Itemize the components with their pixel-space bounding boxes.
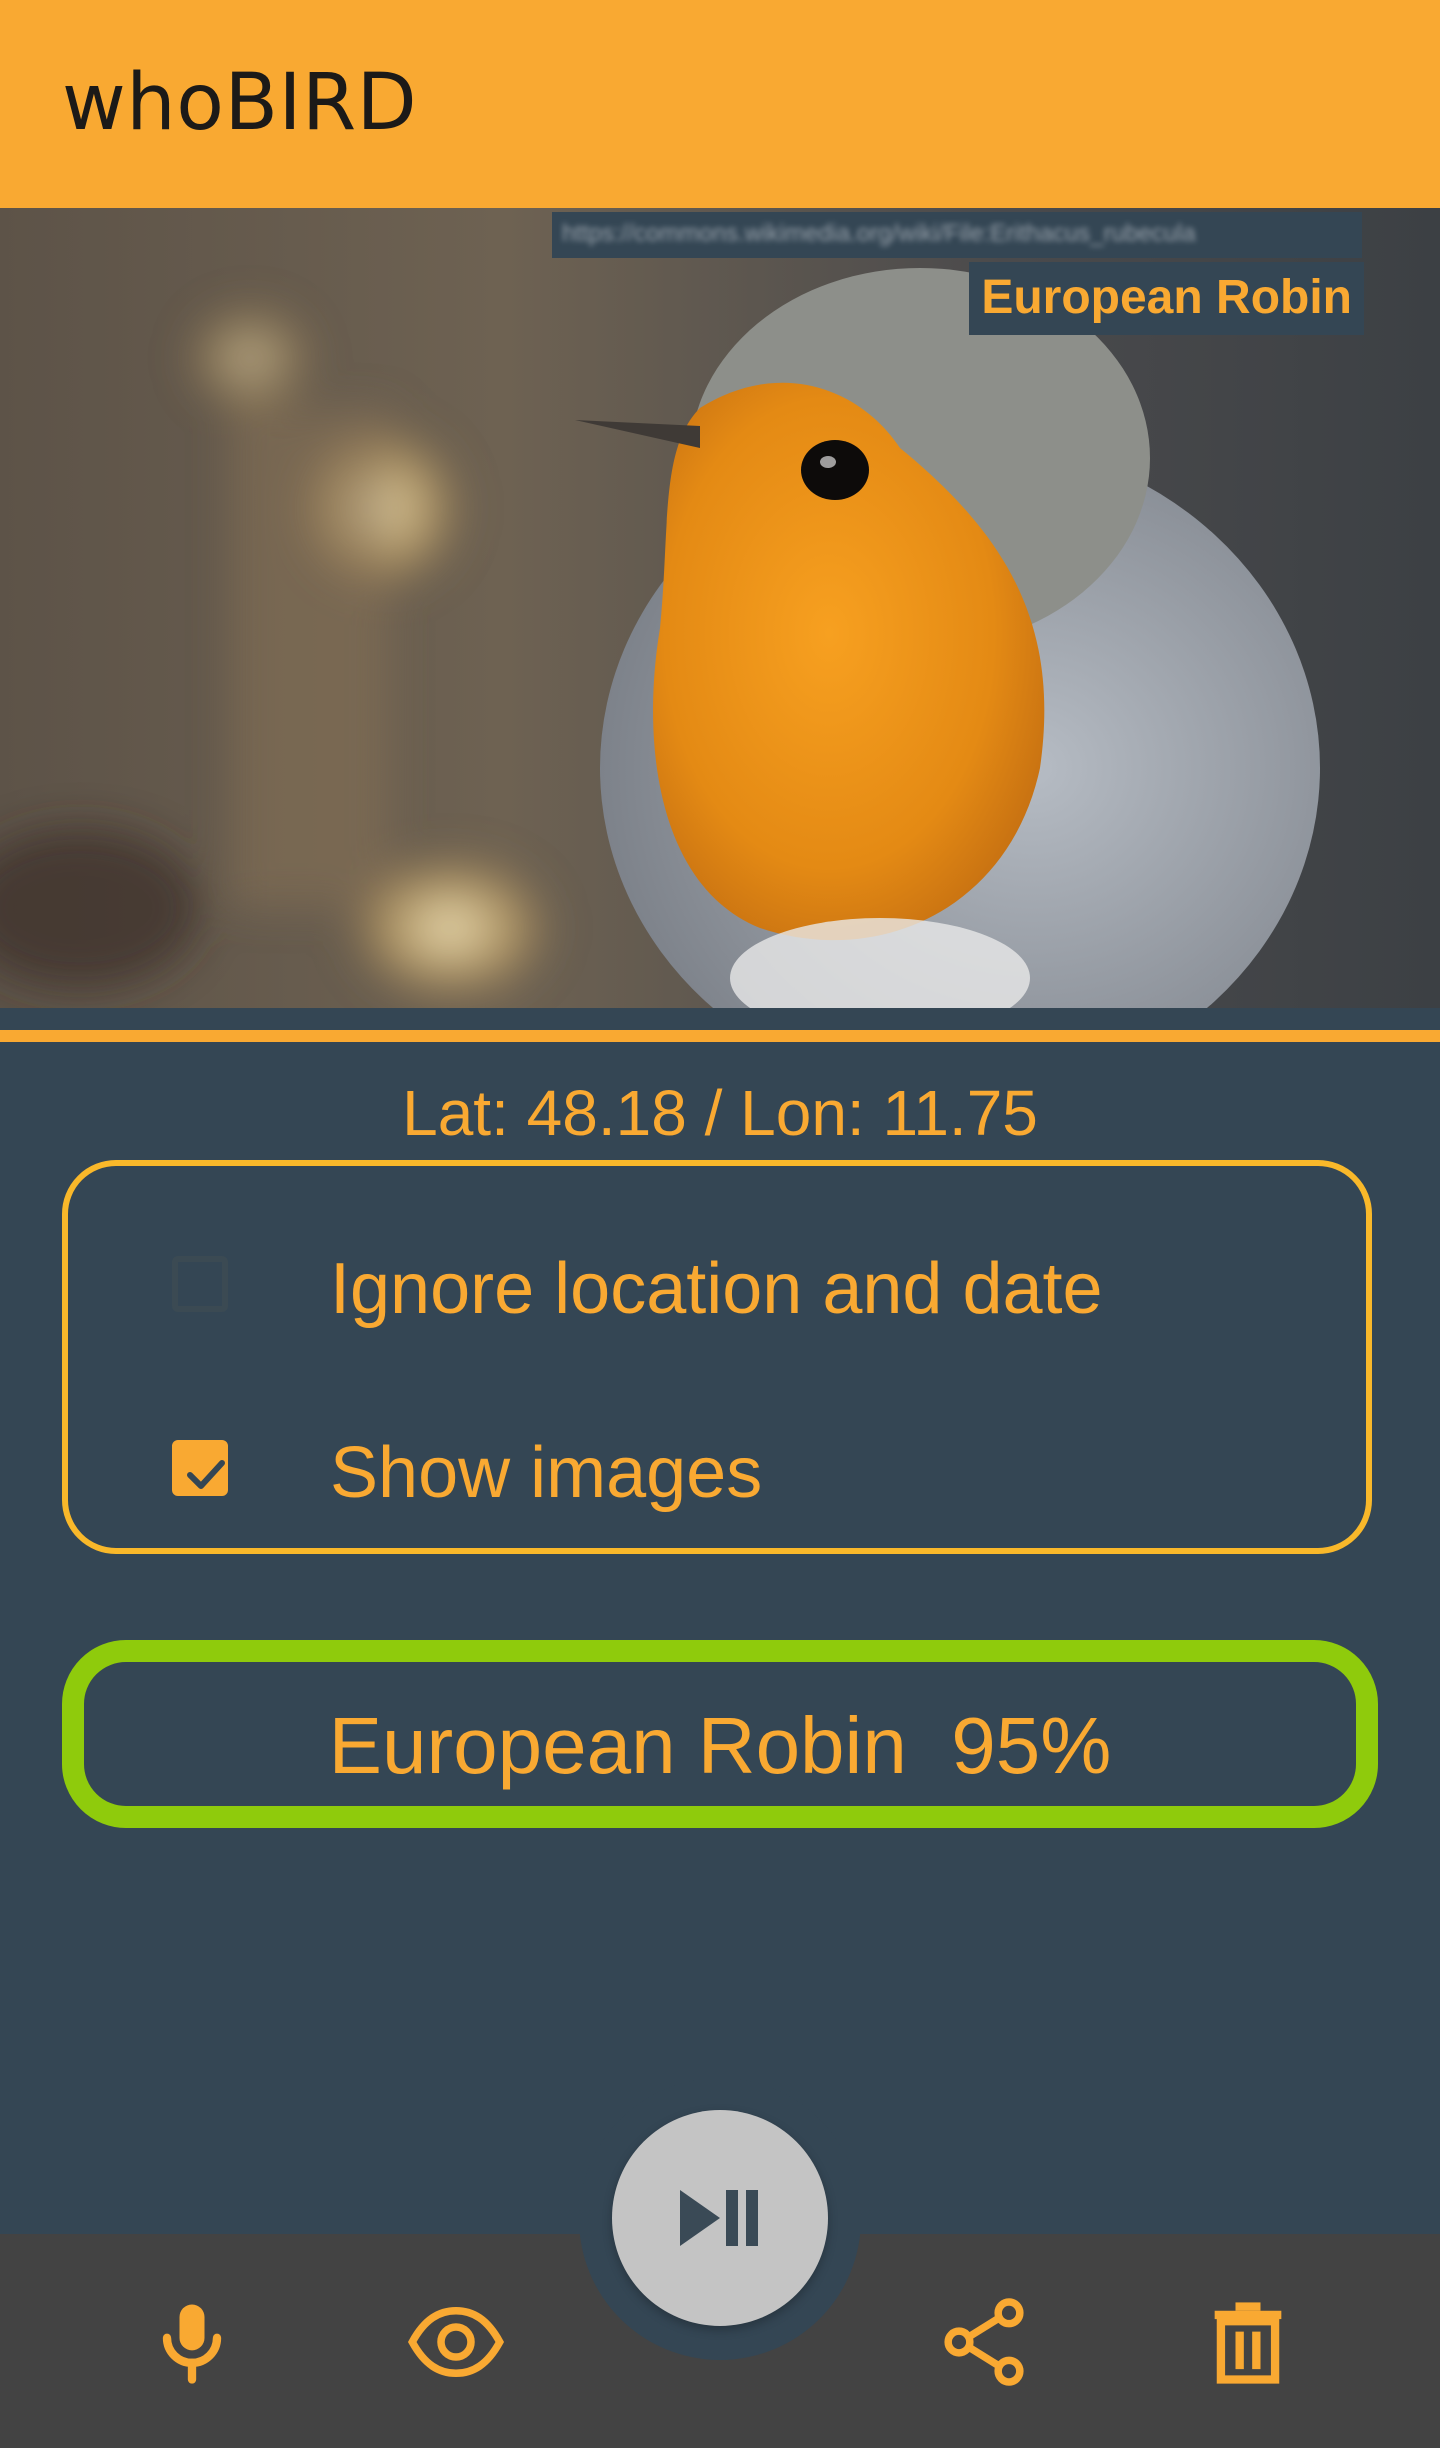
ignore-location-option[interactable]: Ignore location and date	[68, 1232, 1366, 1342]
delete-button[interactable]	[1198, 2292, 1298, 2392]
play-pause-button[interactable]	[612, 2110, 828, 2326]
image-species-caption: European Robin	[969, 262, 1364, 335]
app-bar: whoBIRD	[0, 0, 1440, 208]
share-button[interactable]	[934, 2292, 1034, 2392]
app-screen: whoBIRD https://commons.wikimedia.org/wi…	[0, 0, 1440, 2448]
detection-result-text: European Robin 95%	[328, 1701, 1112, 1790]
show-images-checkbox[interactable]	[172, 1440, 228, 1496]
show-images-button[interactable]	[406, 2292, 506, 2392]
eye-icon	[407, 2306, 505, 2378]
show-images-option[interactable]: Show images	[68, 1416, 1366, 1526]
image-source-url-text: https://commons.wikimedia.org/wiki/File:…	[562, 220, 1196, 247]
playback-progress-bar	[0, 1030, 1440, 1042]
location-coordinates: Lat: 48.18 / Lon: 11.75	[402, 1077, 1038, 1149]
image-source-url[interactable]: https://commons.wikimedia.org/wiki/File:…	[552, 212, 1362, 258]
share-icon	[944, 2298, 1024, 2386]
microphone-button[interactable]	[142, 2292, 242, 2392]
show-images-label: Show images	[330, 1433, 763, 1513]
options-panel: Ignore location and date Show images	[62, 1160, 1372, 1554]
playback-progress-fill	[0, 1030, 1440, 1042]
app-title: whoBIRD	[62, 58, 418, 148]
microphone-icon	[162, 2304, 222, 2384]
detection-result[interactable]: European Robin 95%	[62, 1640, 1378, 1828]
checkmark-icon	[187, 1460, 225, 1489]
trash-icon	[1214, 2302, 1282, 2384]
play-pause-icon	[680, 2190, 758, 2246]
bird-photo: https://commons.wikimedia.org/wiki/File:…	[0, 208, 1440, 1008]
ignore-location-label: Ignore location and date	[330, 1249, 1103, 1329]
ignore-location-checkbox[interactable]	[172, 1256, 228, 1312]
